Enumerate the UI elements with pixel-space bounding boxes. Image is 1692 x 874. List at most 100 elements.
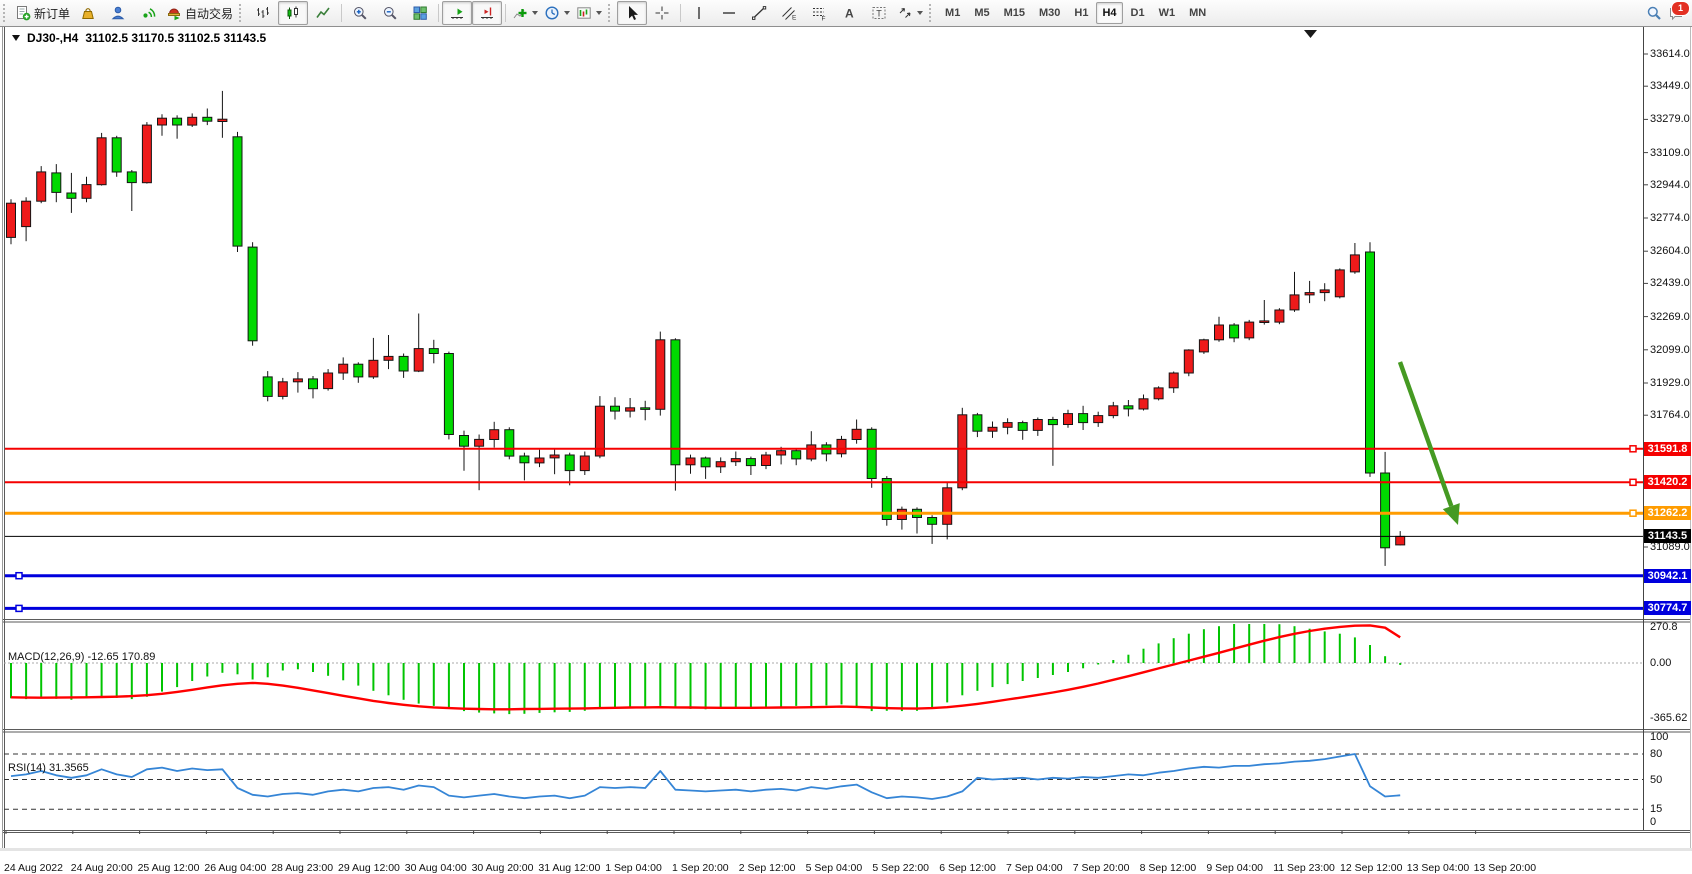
price-line-label: 30942.1	[1644, 569, 1691, 583]
time-axis-label: 26 Aug 04:00	[204, 862, 266, 874]
community-button[interactable]	[103, 1, 133, 25]
time-axis-label: 25 Aug 12:00	[138, 862, 200, 874]
chart-window[interactable]: DJ30-,H4 31102.5 31170.5 31102.5 31143.5…	[0, 27, 1692, 851]
price-line-label: 31143.5	[1644, 529, 1691, 543]
autotrading-button[interactable]: 自动交易	[163, 1, 236, 25]
zoom-in-icon	[352, 5, 368, 21]
periods-button[interactable]	[541, 1, 573, 25]
notification-badge: 1	[1671, 1, 1690, 16]
indicators-dropdown-caret[interactable]	[532, 11, 538, 15]
arrows-tool-button[interactable]	[894, 1, 926, 25]
trendline-tool-button[interactable]	[744, 1, 774, 25]
bar-chart-button[interactable]	[248, 1, 278, 25]
vertical-line-tool-button[interactable]	[684, 1, 714, 25]
timeframe-m30-button[interactable]: M30	[1033, 2, 1066, 24]
price-line-label: 31420.2	[1644, 475, 1691, 489]
toolbar-grip[interactable]	[608, 4, 613, 22]
toolbar-separator	[680, 4, 681, 22]
cursor-tool-button[interactable]	[617, 1, 647, 25]
price-tick-label: 32604.0	[1650, 245, 1690, 257]
time-axis-label: 24 Aug 20:00	[71, 862, 133, 874]
horizontal-line-tool-button[interactable]	[714, 1, 744, 25]
time-axis-label: 6 Sep 12:00	[939, 862, 996, 874]
timeframe-d1-button[interactable]: D1	[1125, 2, 1151, 24]
candlestick-chart-button[interactable]	[278, 1, 308, 25]
time-axis-label: 12 Sep 12:00	[1340, 862, 1402, 874]
label-tool-icon: T	[871, 5, 887, 21]
price-tick-label: 32944.0	[1650, 179, 1690, 191]
rsi-scale-label: 50	[1650, 774, 1662, 786]
fibonacci-icon: F	[811, 5, 827, 21]
candlestick-chart-icon	[285, 5, 301, 21]
time-axis-label: 30 Aug 04:00	[405, 862, 467, 874]
zoom-out-button[interactable]	[375, 1, 405, 25]
macd-scale-label: 0.00	[1650, 657, 1671, 669]
timeframe-m1-button[interactable]: M1	[939, 2, 966, 24]
autotrading-label: 自动交易	[185, 5, 233, 22]
search-icon[interactable]	[1646, 5, 1662, 21]
one-click-trading-arrow[interactable]	[12, 35, 20, 41]
toolbar-grip[interactable]	[929, 4, 934, 22]
timeframe-m15-button[interactable]: M15	[998, 2, 1031, 24]
auto-scroll-icon	[449, 5, 465, 21]
price-tick-label: 33449.0	[1650, 80, 1690, 92]
line-chart-button[interactable]	[308, 1, 338, 25]
market-button[interactable]	[73, 1, 103, 25]
price-line-label: 31591.8	[1644, 442, 1691, 456]
price-tick-label: 32269.0	[1650, 311, 1690, 323]
text-tool-icon: A	[841, 5, 857, 21]
channel-glyph: E	[792, 15, 797, 22]
fibonacci-tool-button[interactable]: F	[804, 1, 834, 25]
price-line-label: 30774.7	[1644, 601, 1691, 615]
fibonacci-glyph: F	[822, 16, 826, 22]
arrows-dropdown-caret[interactable]	[917, 11, 923, 15]
price-tick-label: 32774.0	[1650, 212, 1690, 224]
templates-dropdown-caret[interactable]	[596, 11, 602, 15]
tile-windows-button[interactable]	[405, 1, 435, 25]
chart-shift-button[interactable]	[472, 1, 502, 25]
clock-periods-icon	[544, 5, 560, 21]
new-order-button[interactable]: 新订单	[12, 1, 73, 25]
timeframe-m5-button[interactable]: M5	[968, 2, 995, 24]
crosshair-icon	[654, 5, 670, 21]
timeframe-w1-button[interactable]: W1	[1153, 2, 1182, 24]
time-axis-label: 1 Sep 04:00	[605, 862, 662, 874]
label-tool-button[interactable]: T	[864, 1, 894, 25]
templates-button[interactable]	[573, 1, 605, 25]
indicators-button[interactable]	[509, 1, 541, 25]
time-axis-label: 13 Sep 20:00	[1474, 862, 1536, 874]
price-tick-label: 31929.0	[1650, 377, 1690, 389]
macd-scale-label: -365.62	[1650, 712, 1687, 724]
zoom-in-button[interactable]	[345, 1, 375, 25]
time-axis-label: 1 Sep 20:00	[672, 862, 729, 874]
time-axis-label: 5 Sep 22:00	[872, 862, 929, 874]
equidistant-channel-tool-button[interactable]: E	[774, 1, 804, 25]
toolbar-grip[interactable]	[239, 4, 244, 22]
trendline-icon	[751, 5, 767, 21]
time-axis-label: 7 Sep 04:00	[1006, 862, 1063, 874]
signals-button[interactable]	[133, 1, 163, 25]
rsi-indicator-label: RSI(14) 31.3565	[8, 762, 89, 774]
toolbar-separator	[438, 4, 439, 22]
market-icon	[80, 5, 96, 21]
toolbar-grip[interactable]	[3, 4, 8, 22]
channel-icon: E	[781, 5, 797, 21]
time-axis-label: 8 Sep 12:00	[1140, 862, 1197, 874]
crosshair-tool-button[interactable]	[647, 1, 677, 25]
time-axis-label: 31 Aug 12:00	[538, 862, 600, 874]
auto-scroll-button[interactable]	[442, 1, 472, 25]
timeframe-h4-button[interactable]: H4	[1096, 2, 1122, 24]
periods-dropdown-caret[interactable]	[564, 11, 570, 15]
time-axis-label: 11 Sep 23:00	[1273, 862, 1335, 874]
timeframe-h1-button[interactable]: H1	[1068, 2, 1094, 24]
chart-shift-icon	[479, 5, 495, 21]
notifications-button[interactable]: 1	[1668, 5, 1684, 21]
toolbar-separator	[505, 4, 506, 22]
time-axis-label: 24 Aug 2022	[4, 862, 63, 874]
bar-chart-icon	[255, 5, 271, 21]
timeframe-mn-button[interactable]: MN	[1183, 2, 1212, 24]
tile-windows-icon	[412, 5, 428, 21]
text-tool-button[interactable]: A	[834, 1, 864, 25]
macd-indicator-label: MACD(12,26,9) -12.65 170.89	[8, 651, 155, 663]
rsi-scale-label: 80	[1650, 748, 1662, 760]
